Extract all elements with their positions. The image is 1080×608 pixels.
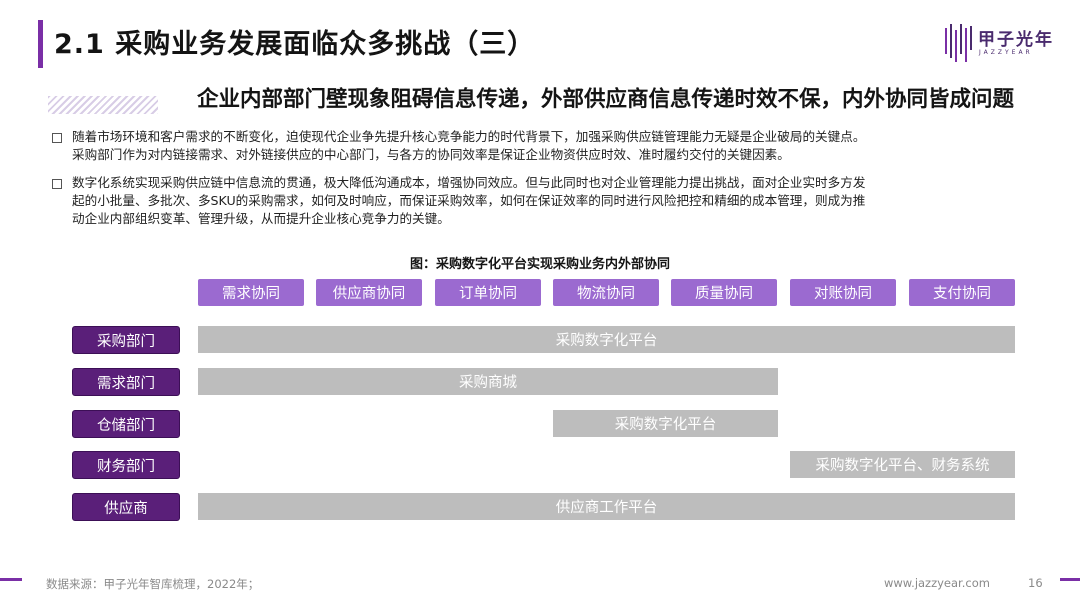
paragraph-line: 随着市场环境和客户需求的不断变化，迫使现代企业争先提升核心竞争能力的时代背景下，…: [72, 129, 866, 144]
subtitle: 企业内部部门壁现象阻碍信息传递，外部供应商信息传递时效不保，内外协同皆成问题: [196, 87, 1014, 112]
footer-accent-left: [0, 578, 22, 581]
paragraph-2: 数字化系统实现采购供应链中信息流的贯通，极大降低沟通成本，增强协同效应。但与此同…: [72, 174, 1032, 228]
platform-bar: 采购数字化平台: [198, 326, 1015, 353]
platform-bar: 采购商城: [198, 368, 778, 395]
dept-label: 需求部门: [72, 368, 180, 396]
figure-title: 图：采购数字化平台实现采购业务内外部协同: [409, 257, 670, 272]
paragraph-line: 数字化系统实现采购供应链中信息流的贯通，极大降低沟通成本，增强协同效应。但与此同…: [72, 175, 866, 190]
paragraph-line: 采购部门作为对内链接需求、对外链接供应的中心部门，与各方的协同效率是保证企业物资…: [72, 147, 790, 162]
collab-tag: 供应商协同: [316, 279, 422, 306]
collab-tag: 需求协同: [198, 279, 304, 306]
platform-bar: 供应商工作平台: [198, 493, 1015, 520]
dept-label: 采购部门: [72, 326, 180, 354]
collab-tag: 质量协同: [671, 279, 777, 306]
platform-bar: 采购数字化平台、财务系统: [790, 451, 1015, 478]
bullet-square-icon: [52, 133, 62, 143]
title-accent-bar: [38, 20, 43, 68]
collab-tag: 订单协同: [435, 279, 541, 306]
dept-label: 供应商: [72, 493, 180, 521]
paragraph-1: 随着市场环境和客户需求的不断变化，迫使现代企业争先提升核心竞争能力的时代背景下，…: [72, 128, 1032, 164]
collab-tag: 物流协同: [553, 279, 659, 306]
page-number: 16: [1028, 576, 1043, 590]
website-url: www.jazzyear.com: [884, 576, 990, 590]
jazzyear-logo: 甲子光年 JAZZYEAR: [944, 22, 1054, 64]
footer-accent-right: [1060, 578, 1080, 581]
platform-bar: 采购数字化平台: [553, 410, 778, 437]
subtitle-hatch-decoration: [48, 96, 158, 114]
logo-text-cn: 甲子光年: [978, 30, 1054, 50]
page-title: 2.1 采购业务发展面临众多挑战（三）: [54, 29, 536, 60]
data-source: 数据来源：甲子光年智库梳理，2022年；: [46, 577, 260, 591]
collab-tag: 支付协同: [909, 279, 1015, 306]
dept-label: 仓储部门: [72, 410, 180, 438]
paragraph-line: 起的小批量、多批次、多SKU的采购需求，如何及时响应，而保证采购效率，如何在保证…: [72, 193, 866, 208]
collab-tag: 对账协同: [790, 279, 896, 306]
bullet-square-icon: [52, 179, 62, 189]
logo-bars-icon: [945, 24, 972, 62]
dept-label: 财务部门: [72, 451, 180, 479]
paragraph-line: 动企业内部组织变革、管理升级，从而提升企业核心竞争力的关键。: [72, 211, 450, 226]
logo-text-en: JAZZYEAR: [979, 49, 1033, 56]
